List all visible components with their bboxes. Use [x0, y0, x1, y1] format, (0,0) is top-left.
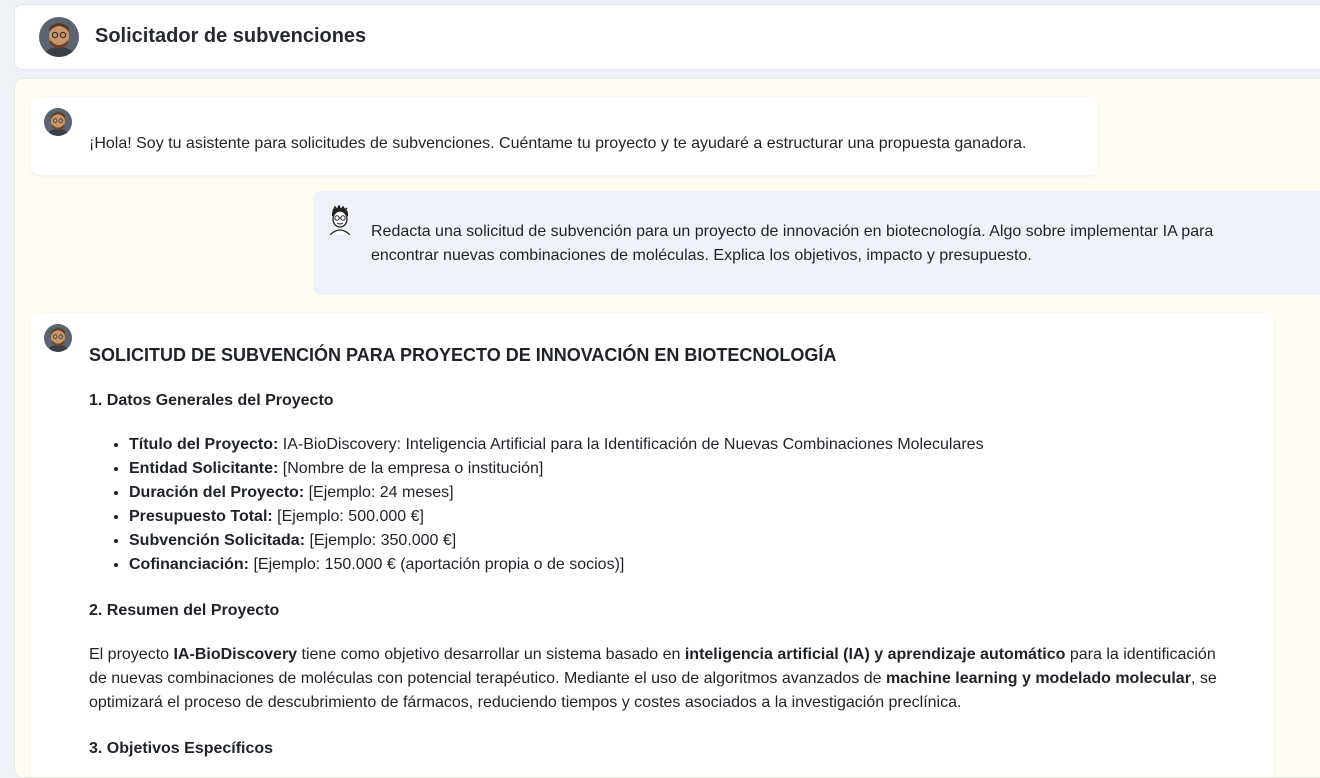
item-value: [Ejemplo: 500.000 €]: [272, 508, 424, 525]
assistant-avatar: [44, 108, 72, 136]
list-item: Entidad Solicitante: [Nombre de la empre…: [129, 457, 1229, 481]
section-heading: 2. Resumen del Proyecto: [89, 602, 280, 619]
item-label: Presupuesto Total:: [129, 508, 273, 525]
list-item: Subvención Solicitada: [Ejemplo: 350.000…: [129, 529, 1229, 553]
assistant-avatar: [44, 324, 72, 352]
proposal-title: SOLICITUD DE SUBVENCIÓN PARA PROYECTO DE…: [89, 345, 837, 365]
item-value: [Ejemplo: 24 meses]: [304, 484, 454, 501]
item-label: Entidad Solicitante:: [129, 460, 279, 477]
item-value: [Ejemplo: 350.000 €]: [305, 532, 457, 549]
bold-run: IA-BioDiscovery: [173, 646, 298, 663]
app-header: Solicitador de subvenciones: [14, 4, 1320, 70]
list-item: Duración del Proyecto: [Ejemplo: 24 mese…: [129, 481, 1229, 505]
text-run: El proyecto: [89, 646, 174, 663]
bold-run: inteligencia artificial (IA) y aprendiza…: [684, 646, 1066, 663]
page-title: Solicitador de subvenciones: [95, 25, 367, 47]
list-item: Cofinanciación: [Ejemplo: 150.000 € (apo…: [129, 553, 1229, 577]
item-value: [Nombre de la empresa o institución]: [278, 460, 544, 477]
item-value: IA-BioDiscovery: Inteligencia Artificial…: [278, 436, 984, 453]
list-item: Presupuesto Total: [Ejemplo: 500.000 €]: [129, 505, 1229, 529]
user-message: Redacta una solicitud de subvención para…: [313, 191, 1320, 295]
bold-run: machine learning y modelado molecular: [885, 670, 1191, 687]
item-value: [Ejemplo: 150.000 € (aportación propia o…: [249, 556, 625, 573]
chat-area[interactable]: ¡Hola! Soy tu asistente para solicitudes…: [14, 78, 1320, 778]
item-label: Duración del Proyecto:: [129, 484, 305, 501]
section-heading: 3. Objetivos Específicos: [89, 740, 274, 757]
assistant-message: ¡Hola! Soy tu asistente para solicitudes…: [31, 97, 1098, 175]
text-run: tiene como objetivo desarrollar un siste…: [297, 646, 685, 663]
message-content: SOLICITUD DE SUBVENCIÓN PARA PROYECTO DE…: [89, 343, 1229, 777]
section-heading: 1. Datos Generales del Proyecto: [89, 392, 334, 409]
summary-paragraph: El proyecto IA-BioDiscovery tiene como o…: [89, 643, 1229, 715]
message-text: ¡Hola! Soy tu asistente para solicitudes…: [89, 135, 1027, 152]
user-avatar-icon: [327, 204, 353, 236]
assistant-avatar: [39, 17, 79, 57]
assistant-message: SOLICITUD DE SUBVENCIÓN PARA PROYECTO DE…: [31, 313, 1274, 777]
message-text: Redacta una solicitud de subvención para…: [371, 223, 1214, 264]
item-label: Cofinanciación:: [129, 556, 250, 573]
project-data-list: Título del Proyecto: IA-BioDiscovery: In…: [129, 433, 1229, 577]
list-item: Título del Proyecto: IA-BioDiscovery: In…: [129, 433, 1229, 457]
item-label: Título del Proyecto:: [129, 436, 279, 453]
item-label: Subvención Solicitada:: [129, 532, 306, 549]
